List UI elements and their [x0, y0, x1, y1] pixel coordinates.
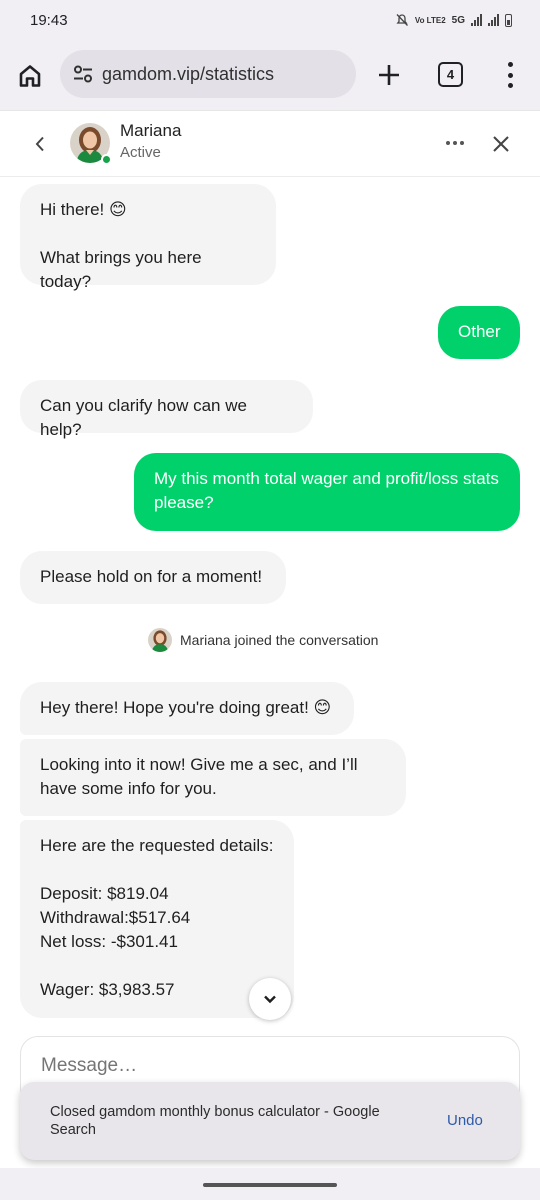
browser-menu-button[interactable] — [506, 62, 514, 88]
signal-icon-2 — [488, 14, 499, 26]
snackbar-text: Closed gamdom monthly bonus calculator -… — [50, 1104, 380, 1138]
agent-name: Mariana — [120, 121, 182, 140]
site-settings-icon[interactable] — [72, 63, 94, 85]
more-options-button[interactable] — [446, 141, 464, 145]
agent-message: Looking into it now! Give me a sec, and … — [20, 739, 406, 816]
user-message: My this month total wager and profit/los… — [134, 453, 520, 531]
agent-message: Hi there! 😊 What brings you here today? — [20, 184, 276, 291]
system-message: Mariana joined the conversation — [148, 628, 378, 652]
agent-status: Active — [120, 144, 161, 161]
chat-header: Mariana Active — [0, 110, 540, 177]
mute-icon — [396, 14, 408, 26]
plus-icon — [379, 65, 399, 85]
tab-switcher-button[interactable]: 4 — [438, 62, 463, 87]
battery-icon — [505, 13, 512, 27]
agent-avatar-small — [148, 628, 172, 652]
chevron-down-icon — [264, 995, 276, 1004]
user-message: Other — [438, 306, 520, 359]
url-text[interactable]: gamdom.vip/statistics — [102, 64, 274, 85]
system-navigation-bar — [0, 1168, 540, 1200]
back-button[interactable] — [30, 134, 50, 154]
gesture-handle[interactable] — [203, 1183, 337, 1187]
network-label: Vo LTE2 — [414, 15, 446, 25]
browser-toolbar: gamdom.vip/statistics 4 — [0, 40, 540, 110]
status-icons: Vo LTE2 5G — [395, 13, 512, 27]
snackbar: Closed gamdom monthly bonus calculator -… — [20, 1082, 520, 1160]
agent-message: Hey there! Hope you're doing great! 😊 — [20, 682, 354, 735]
message-input[interactable] — [41, 1055, 481, 1077]
system-message-text: Mariana joined the conversation — [180, 632, 379, 648]
scroll-to-bottom-button[interactable] — [249, 978, 291, 1020]
agent-message: Can you clarify how can we help? — [20, 380, 313, 439]
status-time: 19:43 — [30, 11, 68, 29]
close-chat-button[interactable] — [490, 133, 512, 155]
signal-icon — [471, 14, 482, 26]
status-bar: 19:43 Vo LTE2 5G — [0, 0, 540, 40]
home-button[interactable] — [16, 62, 44, 90]
chevron-left-icon — [35, 136, 44, 152]
home-icon — [19, 65, 41, 87]
close-icon — [493, 136, 509, 152]
undo-button[interactable]: Undo — [447, 1112, 483, 1129]
address-bar[interactable]: gamdom.vip/statistics — [60, 50, 356, 98]
new-tab-button[interactable] — [376, 62, 402, 88]
online-indicator — [101, 154, 112, 165]
network-type: 5G — [451, 14, 465, 26]
agent-message: Please hold on for a moment! — [20, 551, 286, 604]
